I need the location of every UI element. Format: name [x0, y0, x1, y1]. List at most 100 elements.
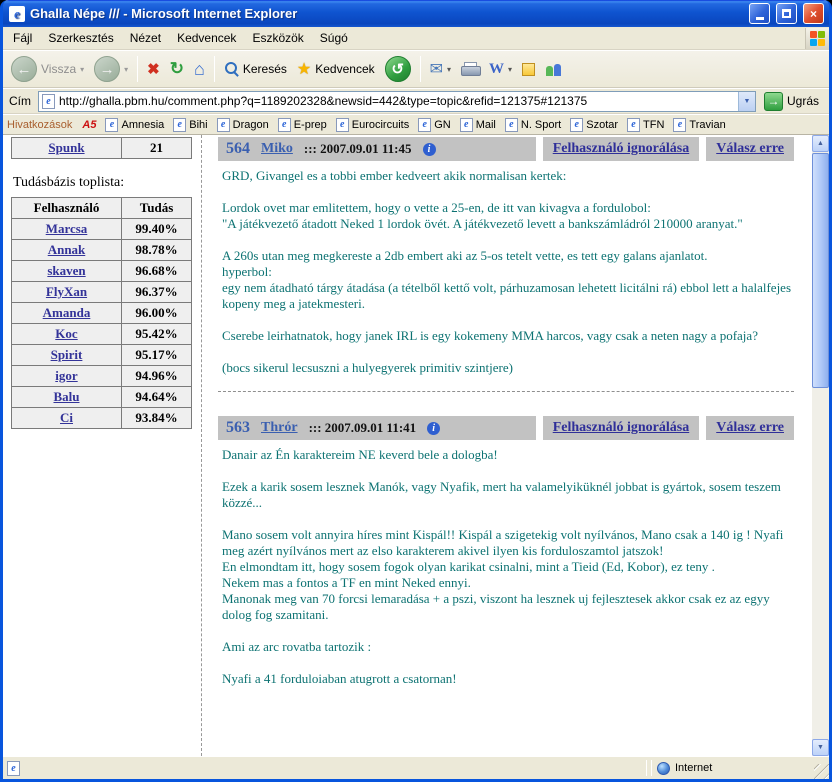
ignore-user-link[interactable]: Felhasználó ignorálása — [543, 416, 700, 440]
ie-page-icon — [173, 118, 186, 132]
sidebar-user-link[interactable]: Ci — [60, 410, 73, 425]
table-row: Ci 93.84% — [12, 408, 192, 429]
link-item[interactable]: Mail — [457, 117, 499, 133]
mail-dropdown-icon: ▾ — [447, 65, 451, 74]
minimize-icon — [756, 17, 764, 20]
link-item[interactable]: TFN — [624, 117, 667, 133]
info-icon[interactable] — [427, 422, 440, 435]
info-icon[interactable] — [423, 143, 436, 156]
forward-icon: → — [94, 56, 120, 82]
print-button[interactable] — [457, 60, 483, 78]
vertical-scrollbar[interactable]: ▲ ▼ — [812, 135, 829, 756]
scrollbar-thumb[interactable] — [812, 153, 829, 388]
scroll-up-button[interactable]: ▲ — [812, 135, 829, 152]
toolbar-separator — [420, 56, 421, 82]
stop-button[interactable]: ✖ — [143, 58, 164, 80]
forum-thread: 564 Miko ::: 2007.09.01 11:45 Felhasznál… — [202, 135, 812, 756]
table-row: Koc95.42% — [12, 324, 192, 345]
address-input[interactable]: http://ghalla.pbm.hu/comment.php?q=11892… — [38, 91, 756, 112]
menu-file[interactable]: Fájl — [5, 28, 40, 48]
messenger-button[interactable] — [541, 60, 566, 78]
scroll-down-button[interactable]: ▼ — [812, 739, 829, 756]
back-button[interactable]: ← Vissza ▾ — [7, 54, 88, 84]
knowledge-value: 98.78% — [135, 242, 177, 257]
link-item[interactable]: Szotar — [567, 117, 621, 133]
post-author-link[interactable]: Miko — [261, 141, 293, 157]
home-button[interactable]: ⌂ — [190, 57, 209, 82]
link-item[interactable]: Amnesia — [102, 117, 167, 133]
sidebar-user-link[interactable]: Amanda — [43, 305, 91, 320]
spunk-value: 21 — [150, 140, 163, 155]
search-button[interactable]: Keresés — [220, 60, 291, 79]
favorites-button[interactable]: ★ Kedvencek — [293, 57, 379, 81]
reply-link[interactable]: Válasz erre — [706, 137, 794, 161]
forward-button[interactable]: → ▾ — [90, 54, 132, 84]
menu-view[interactable]: Nézet — [122, 28, 169, 48]
forum-post: 563 Thrór ::: 2007.09.01 11:41 Felhaszná… — [218, 416, 794, 687]
link-item[interactable]: GN — [415, 117, 454, 133]
edit-word-icon: W — [489, 61, 504, 78]
sidebar-user-link[interactable]: igor — [55, 368, 77, 383]
sidebar-user-link[interactable]: Balu — [53, 389, 79, 404]
table-row: Balu 94.64% — [12, 387, 192, 408]
address-url[interactable]: http://ghalla.pbm.hu/comment.php?q=11892… — [59, 94, 734, 108]
sidebar-user-link[interactable]: Spirit — [51, 347, 83, 362]
address-dropdown-button[interactable]: ▼ — [738, 92, 755, 111]
internet-globe-icon — [657, 762, 670, 775]
post-author-link[interactable]: Thrór — [261, 420, 298, 436]
browser-window: e Ghalla Népe /// - Microsoft Internet E… — [0, 0, 832, 782]
close-button[interactable]: × — [803, 3, 824, 24]
print-icon — [461, 62, 479, 76]
mail-button[interactable]: ✉ ▾ — [426, 57, 455, 81]
sidebar-user-link[interactable]: Annak — [48, 242, 86, 257]
status-divider — [651, 760, 652, 776]
sidebar-user-link[interactable]: Marcsa — [46, 221, 88, 236]
menu-favorites[interactable]: Kedvencek — [169, 28, 244, 48]
discuss-button[interactable] — [518, 61, 539, 78]
menu-bar: Fájl Szerkesztés Nézet Kedvencek Eszközö… — [3, 27, 829, 50]
table-row: Spirit 95.17% — [12, 345, 192, 366]
link-item[interactable]: Bihi — [170, 117, 210, 133]
go-button[interactable]: → Ugrás — [761, 91, 825, 112]
link-item[interactable]: Dragon — [214, 117, 272, 133]
ie-page-icon — [217, 118, 230, 132]
link-item[interactable]: Eurocircuits — [333, 117, 412, 133]
menu-edit[interactable]: Szerkesztés — [40, 28, 121, 48]
sidebar-user-link[interactable]: skaven — [47, 263, 85, 278]
edit-button[interactable]: W ▾ — [485, 59, 516, 80]
ignore-user-link[interactable]: Felhasználó ignorálása — [543, 137, 700, 161]
stop-icon: ✖ — [147, 60, 160, 78]
table-row: Amanda96.00% — [12, 303, 192, 324]
post-datetime: ::: 2007.09.01 11:41 — [309, 420, 417, 436]
refresh-button[interactable]: ↻ — [166, 57, 188, 81]
window-title: Ghalla Népe /// - Microsoft Internet Exp… — [30, 6, 743, 21]
ie-page-icon — [460, 118, 473, 132]
a5-favicon: A5 — [82, 119, 96, 131]
link-item-a5[interactable]: A5 — [79, 118, 99, 132]
close-icon: × — [810, 7, 817, 21]
reply-link[interactable]: Válasz erre — [706, 416, 794, 440]
column-header-user: Felhasználó — [12, 198, 122, 219]
post-number: 564 — [226, 140, 250, 158]
link-item[interactable]: N. Sport — [502, 117, 564, 133]
maximize-button[interactable] — [776, 3, 797, 24]
link-item[interactable]: Travian — [670, 117, 728, 133]
search-icon — [224, 62, 239, 77]
scrollbar-track[interactable] — [812, 152, 829, 739]
menu-tools[interactable]: Eszközök — [244, 28, 311, 48]
knowledge-value: 95.17% — [135, 347, 177, 362]
links-bar: Hivatkozások A5 Amnesia Bihi Dragon E-pr… — [3, 114, 829, 135]
menu-help[interactable]: Súgó — [312, 28, 356, 48]
knowledge-value: 94.64% — [135, 389, 177, 404]
status-message-pane — [7, 760, 644, 777]
resize-grip[interactable] — [814, 764, 829, 779]
history-button[interactable]: ↺ — [381, 54, 415, 84]
link-item[interactable]: E-prep — [275, 117, 330, 133]
minimize-button[interactable] — [749, 3, 770, 24]
spunk-table: Spunk 21 — [11, 137, 192, 159]
sidebar-user-link[interactable]: Koc — [55, 326, 77, 341]
title-bar[interactable]: e Ghalla Népe /// - Microsoft Internet E… — [3, 0, 829, 27]
knowledge-value: 93.84% — [135, 410, 177, 425]
sidebar-user-link[interactable]: FlyXan — [46, 284, 87, 299]
sidebar-link-spunk[interactable]: Spunk — [48, 140, 84, 155]
